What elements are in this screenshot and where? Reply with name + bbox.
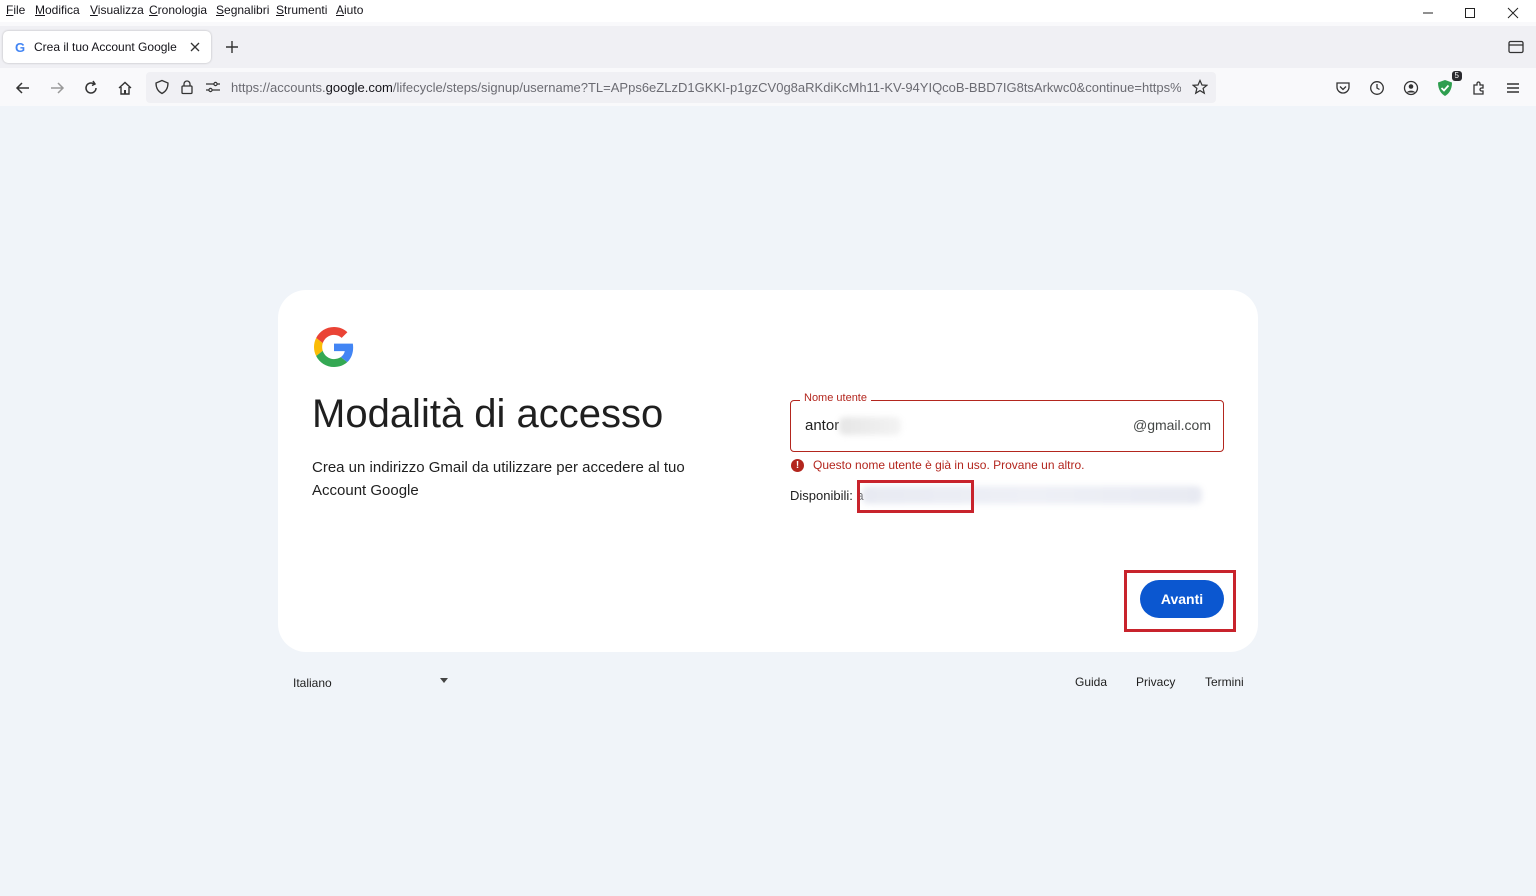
puzzle-icon bbox=[1473, 81, 1484, 95]
reload-icon bbox=[85, 80, 97, 94]
url-domain: google.com bbox=[325, 80, 393, 95]
close-icon bbox=[1507, 7, 1519, 19]
window-close-button[interactable] bbox=[1491, 0, 1535, 26]
home-button[interactable] bbox=[112, 75, 138, 101]
navigation-bar: https://accounts.google.com/lifecycle/st… bbox=[0, 68, 1536, 106]
menu-aiuto[interactable]: Aiuto bbox=[336, 3, 363, 17]
error-message: ! Questo nome utente è già in uso. Prova… bbox=[791, 458, 1085, 472]
pocket-button[interactable] bbox=[1330, 75, 1356, 101]
extensions-button[interactable] bbox=[1466, 75, 1492, 101]
arrow-left-icon bbox=[15, 82, 29, 94]
hamburger-menu-icon bbox=[1507, 83, 1519, 93]
menu-bar: File Modifica Visualizza Cronologia Segn… bbox=[0, 0, 1536, 22]
language-selector[interactable]: Italiano bbox=[293, 676, 332, 690]
menu-visualizza[interactable]: Visualizza bbox=[90, 3, 144, 17]
google-logo-icon bbox=[314, 327, 354, 367]
menu-segnalibri[interactable]: Segnalibri bbox=[216, 3, 269, 17]
page-subtitle: Crea un indirizzo Gmail da utilizzare pe… bbox=[312, 459, 685, 499]
tracking-protection-shield-icon[interactable] bbox=[152, 77, 172, 97]
account-button[interactable] bbox=[1398, 75, 1424, 101]
bookmark-star-icon[interactable] bbox=[1190, 77, 1210, 97]
reload-button[interactable] bbox=[78, 75, 104, 101]
clock-icon bbox=[1370, 81, 1384, 95]
minimize-button[interactable] bbox=[1406, 0, 1450, 26]
lock-icon[interactable] bbox=[177, 77, 197, 97]
plus-icon bbox=[226, 41, 238, 53]
help-link[interactable]: Guida bbox=[1075, 675, 1107, 689]
redacted-text bbox=[839, 417, 901, 435]
arrow-right-icon bbox=[51, 82, 65, 94]
permissions-icon[interactable] bbox=[203, 77, 223, 97]
username-input[interactable]: Nome utente antor @gmail.com bbox=[790, 392, 1224, 452]
pocket-icon bbox=[1336, 82, 1350, 94]
page-title: Modalità di accesso bbox=[312, 392, 664, 436]
error-icon: ! bbox=[791, 458, 804, 472]
available-suggestions-label: Disponibili: a bbox=[790, 488, 864, 503]
google-favicon-icon: G bbox=[14, 39, 26, 55]
tab-close-button[interactable] bbox=[185, 37, 205, 57]
url-prefix: https://accounts. bbox=[231, 80, 326, 95]
extension-badge: 5 bbox=[1451, 71, 1462, 81]
maximize-button[interactable] bbox=[1448, 0, 1492, 26]
menu-cronologia[interactable]: Cronologia bbox=[149, 3, 207, 17]
username-label: Nome utente bbox=[800, 392, 871, 404]
shield-check-icon bbox=[1438, 80, 1452, 96]
tab-google-account[interactable]: G Crea il tuo Account Google bbox=[3, 31, 211, 63]
maximize-icon bbox=[1465, 8, 1475, 18]
menu-file[interactable]: File bbox=[6, 3, 25, 17]
error-text: Questo nome utente è già in uso. Provane… bbox=[813, 458, 1085, 472]
url-text[interactable]: https://accounts.google.com/lifecycle/st… bbox=[231, 80, 1181, 95]
history-button[interactable] bbox=[1364, 75, 1390, 101]
annotation-highlight-suggestion bbox=[857, 480, 974, 513]
home-icon bbox=[118, 81, 132, 95]
back-button[interactable] bbox=[10, 75, 36, 101]
close-icon bbox=[190, 42, 200, 52]
account-icon bbox=[1403, 80, 1419, 96]
annotation-highlight-next bbox=[1124, 570, 1236, 632]
minimize-icon bbox=[1423, 12, 1433, 14]
gmail-suffix: @gmail.com bbox=[1132, 417, 1211, 433]
tab-list-button[interactable] bbox=[1506, 37, 1526, 57]
forward-button[interactable] bbox=[44, 75, 70, 101]
browser-chrome: File Modifica Visualizza Cronologia Segn… bbox=[0, 0, 1536, 106]
tab-list-icon bbox=[1508, 40, 1524, 54]
new-tab-button[interactable] bbox=[221, 36, 243, 58]
app-menu-button[interactable] bbox=[1500, 75, 1526, 101]
menu-strumenti[interactable]: Strumenti bbox=[276, 3, 327, 17]
signup-card: Modalità di accesso Crea un indirizzo Gm… bbox=[278, 290, 1258, 652]
url-bar[interactable]: https://accounts.google.com/lifecycle/st… bbox=[146, 72, 1216, 103]
tab-title: Crea il tuo Account Google bbox=[34, 40, 177, 54]
terms-link[interactable]: Termini bbox=[1205, 675, 1244, 689]
caret-down-icon[interactable] bbox=[440, 678, 448, 683]
privacy-link[interactable]: Privacy bbox=[1136, 675, 1175, 689]
menu-modifica[interactable]: Modifica bbox=[35, 3, 80, 17]
adblock-extension-button[interactable]: 5 bbox=[1432, 71, 1462, 101]
username-value: antor bbox=[805, 417, 840, 434]
url-path: /lifecycle/steps/signup/username?TL=APps… bbox=[392, 80, 1181, 95]
